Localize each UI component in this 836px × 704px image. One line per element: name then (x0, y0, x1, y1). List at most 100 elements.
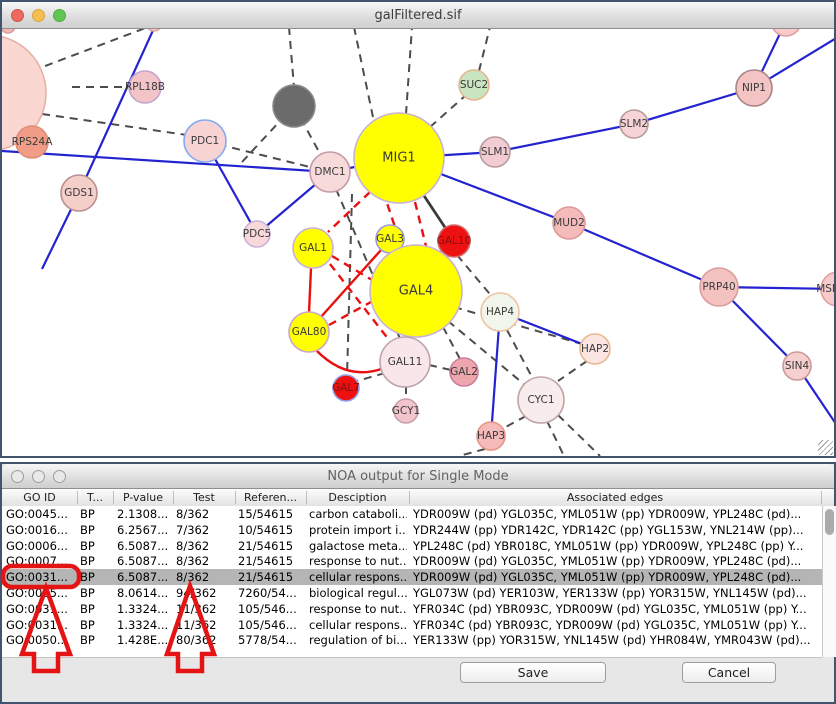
cell-type: BP (80, 507, 110, 521)
column-separator[interactable] (235, 491, 236, 504)
cell-type: BP (80, 586, 110, 600)
node-gcy1[interactable] (394, 399, 418, 423)
node-msn[interactable] (821, 272, 834, 306)
save-button[interactable]: Save (460, 662, 606, 683)
cell-type: BP (80, 618, 110, 632)
node-slm1[interactable] (480, 137, 510, 167)
column-header-referen[interactable]: Referen... (235, 490, 306, 505)
edge-red (309, 268, 311, 313)
node-top-right[interactable] (771, 29, 801, 36)
noa-window: NOA output for Single Mode GO IDT...P-va… (0, 462, 836, 704)
cell-go-id: GO:0050... (6, 633, 74, 647)
table-row[interactable]: GO:0006...BP6.5087...8/36221/54615galact… (2, 538, 822, 554)
node-slm2[interactable] (620, 110, 648, 138)
cell-associated-edges: YDR244W (pp) YDR142C, YDR142C (pp) YGL15… (413, 523, 820, 537)
edge-dash (443, 327, 460, 359)
node-gal80[interactable] (289, 312, 329, 352)
table-row[interactable]: GO:0045...BP2.1308...8/36215/54615carbon… (2, 506, 822, 522)
table-row[interactable]: GO:0065...BP8.0614...94/3627260/54...bio… (2, 585, 822, 601)
node-prp40[interactable] (700, 268, 738, 306)
node-suc2[interactable] (459, 70, 489, 100)
cell-test: 7/362 (176, 523, 233, 537)
node-nip1[interactable] (736, 70, 772, 106)
column-separator[interactable] (409, 491, 410, 504)
table-row[interactable]: GO:0031...BP1.3324...11/362105/546...cel… (2, 617, 822, 633)
network-canvas[interactable]: RPL18BRPS24AGDS1PDC1DMC1MIG1SUC2SLM1SLM2… (2, 29, 834, 456)
node-tiny-topleft[interactable] (2, 29, 15, 33)
table-row[interactable]: GO:0031...BP1.3324...11/362105/546...res… (2, 601, 822, 617)
cell-description: cellular respons... (309, 570, 407, 584)
cell-test: 8/362 (176, 570, 233, 584)
column-separator[interactable] (306, 491, 307, 504)
node-gal2[interactable] (450, 358, 478, 386)
node-pdc5[interactable] (244, 221, 270, 247)
node-gal7[interactable] (333, 375, 359, 401)
cell-test: 8/362 (176, 507, 233, 521)
column-separator[interactable] (113, 491, 114, 504)
edge-dash (479, 29, 490, 71)
node-pdc1[interactable] (184, 120, 226, 162)
edge-dash (558, 361, 587, 381)
cell-type: BP (80, 602, 110, 616)
graph-window: galFiltered.sif RPL18BRPS24AGDS1PDC1DMC1… (0, 0, 836, 458)
cell-description: regulation of bi... (309, 633, 407, 647)
cell-type: BP (80, 523, 110, 537)
node-hap3[interactable] (477, 422, 505, 450)
edge-dash (357, 373, 385, 381)
cell-go-id: GO:0016... (6, 523, 74, 537)
cancel-button[interactable]: Cancel (682, 662, 776, 683)
cell-associated-edges: YGL073W (pd) YER103W, YER133W (pp) YOR31… (413, 586, 820, 600)
node-gal1[interactable] (293, 228, 333, 268)
resize-grip[interactable] (818, 440, 833, 455)
graph-window-titlebar[interactable]: galFiltered.sif (2, 2, 834, 29)
column-separator[interactable] (77, 491, 78, 504)
column-header-t[interactable]: T... (77, 490, 113, 505)
node-gal4[interactable] (370, 245, 462, 337)
column-separator[interactable] (821, 491, 822, 504)
table-scrollbar[interactable] (822, 506, 836, 657)
node-mud2[interactable] (553, 207, 585, 239)
table-row[interactable]: GO:0007...BP6.5087...8/36221/54615respon… (2, 553, 822, 569)
column-header-desciption[interactable]: Desciption (306, 490, 409, 505)
table-row[interactable]: GO:0016...BP6.2567...7/36210/54615protei… (2, 522, 822, 538)
cell-description: biological regul... (309, 586, 407, 600)
node-sin4[interactable] (783, 352, 811, 380)
node-dmc1[interactable] (310, 152, 350, 192)
cell-go-id: GO:0031... (6, 602, 74, 616)
node-rpl18b[interactable] (129, 71, 161, 103)
cell-p-value: 6.5087... (117, 554, 173, 568)
noa-window-titlebar[interactable]: NOA output for Single Mode (2, 464, 834, 489)
cell-associated-edges: YFR034C (pd) YBR093C, YDR009W (pd) YGL03… (413, 602, 820, 616)
node-top-small[interactable] (146, 29, 162, 31)
node-gal11[interactable] (380, 337, 430, 387)
column-header-p-value[interactable]: P-value (113, 490, 173, 505)
node-cyc1[interactable] (518, 377, 564, 423)
cell-test: 11/362 (176, 618, 233, 632)
cell-p-value: 1.3324... (117, 618, 173, 632)
node-gal10[interactable] (438, 225, 470, 257)
cell-test: 8/362 (176, 539, 233, 553)
scrollbar-thumb[interactable] (825, 509, 834, 535)
column-separator[interactable] (173, 491, 174, 504)
node-gds1[interactable] (61, 175, 97, 211)
column-header-associated-edges[interactable]: Associated edges (409, 490, 821, 505)
cell-go-id: GO:0031... (6, 570, 74, 584)
column-header-go-id[interactable]: GO ID (2, 490, 77, 505)
cell-description: protein import i... (309, 523, 407, 537)
table-row[interactable]: GO:0050...BP1.428E...80/3625778/54...reg… (2, 632, 822, 648)
node-hap2[interactable] (580, 334, 610, 364)
node-rps24a[interactable] (16, 126, 48, 158)
node-mig1[interactable] (354, 113, 444, 203)
cell-p-value: 6.5087... (117, 539, 173, 553)
cell-p-value: 6.5087... (117, 570, 173, 584)
edge-dash (32, 29, 148, 71)
node-dark-node[interactable] (273, 85, 315, 127)
cell-p-value: 1.428E... (117, 633, 173, 647)
column-header-test[interactable]: Test (173, 490, 235, 505)
table-row[interactable]: GO:0031...BP6.5087...8/36221/54615cellul… (2, 569, 822, 585)
cell-go-id: GO:0007... (6, 554, 74, 568)
edge-dash (354, 29, 373, 117)
node-hap4[interactable] (481, 293, 519, 331)
cell-reference: 105/546... (238, 602, 305, 616)
cell-p-value: 8.0614... (117, 586, 173, 600)
